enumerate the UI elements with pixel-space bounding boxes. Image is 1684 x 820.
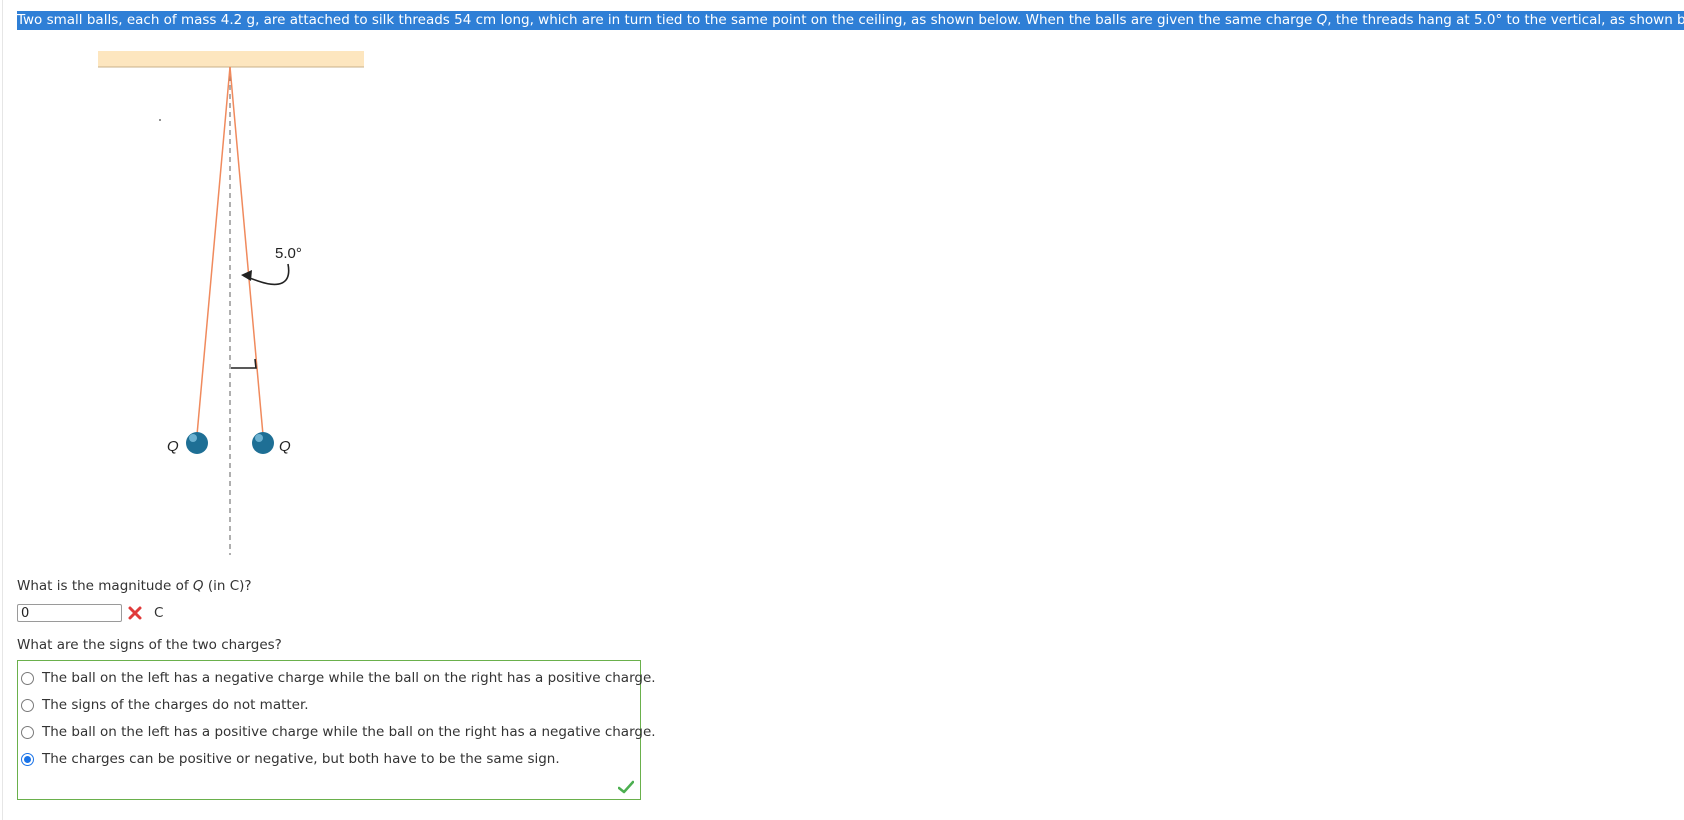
question-variable: Q	[1316, 12, 1328, 28]
radio-button-1[interactable]	[21, 671, 34, 685]
right-ball	[252, 432, 274, 454]
radio-button-2[interactable]	[21, 698, 34, 712]
incorrect-icon	[128, 606, 142, 620]
magnitude-prompt-a: What is the magnitude of	[17, 578, 193, 594]
choice-option-4[interactable]: The charges can be positive or negative,…	[21, 749, 560, 769]
left-thread	[196, 66, 231, 436]
magnitude-answer-row: C	[17, 602, 163, 624]
correct-check-icon	[618, 780, 634, 794]
choice-option-3-label: The ball on the left has a positive char…	[42, 724, 656, 740]
left-ball-highlight	[189, 434, 197, 442]
magnitude-prompt-b: (in C)?	[203, 578, 252, 594]
choice-option-4-label: The charges can be positive or negative,…	[42, 751, 560, 767]
angle-bracket	[231, 358, 257, 369]
angle-label: 5.0°	[275, 245, 302, 262]
left-charge-label: Q	[167, 438, 179, 455]
signs-choice-group: The ball on the left has a negative char…	[17, 660, 656, 800]
radio-button-4-selected[interactable]	[21, 752, 34, 766]
magnitude-prompt: What is the magnitude of Q (in C)?	[17, 577, 252, 595]
angle-arrowhead	[241, 270, 252, 281]
signs-prompt: What are the signs of the two charges?	[17, 637, 282, 653]
magnitude-prompt-var: Q	[192, 578, 204, 594]
stray-dot	[159, 119, 161, 121]
magnitude-answer-input[interactable]	[17, 604, 122, 622]
right-thread	[229, 66, 264, 436]
question-text-part2: , the threads hang at 5.0° to the vertic…	[1327, 12, 1684, 28]
ceiling	[98, 51, 364, 67]
left-ball	[186, 432, 208, 454]
choice-option-1-label: The ball on the left has a negative char…	[42, 670, 656, 686]
pendulum-diagram: 5.0° Q Q	[98, 51, 364, 555]
unit-label: C	[154, 605, 164, 621]
radio-button-3[interactable]	[21, 725, 34, 739]
right-charge-label: Q	[279, 438, 291, 455]
choice-option-3[interactable]: The ball on the left has a positive char…	[21, 722, 656, 742]
choice-option-2-label: The signs of the charges do not matter.	[42, 697, 309, 713]
right-ball-highlight	[255, 434, 263, 442]
choice-option-2[interactable]: The signs of the charges do not matter.	[21, 695, 309, 715]
choice-option-1[interactable]: The ball on the left has a negative char…	[21, 668, 656, 688]
